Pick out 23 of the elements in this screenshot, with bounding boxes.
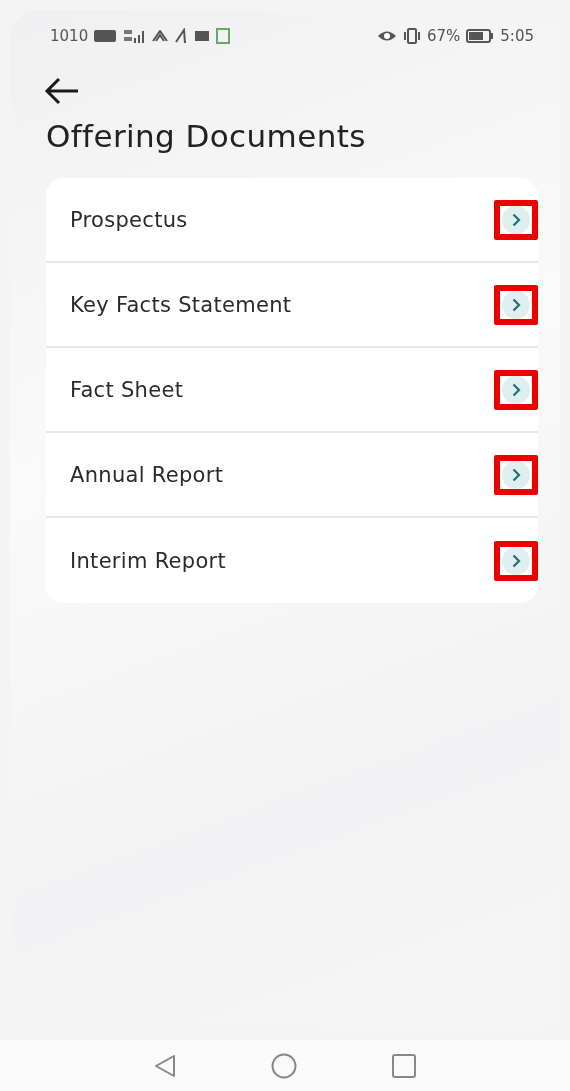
battery-percent-text: 67%: [426, 27, 461, 45]
vibrate-icon: [402, 28, 421, 44]
chevron-right-icon[interactable]: [502, 290, 530, 319]
clock-text: 5:05: [500, 27, 534, 45]
chevron-right-icon[interactable]: [502, 205, 530, 234]
eye-icon: [376, 30, 397, 42]
document-list-item[interactable]: Interim Report: [46, 518, 538, 603]
document-list-item[interactable]: Fact Sheet: [46, 348, 538, 433]
document-list-item[interactable]: Key Facts Statement: [46, 263, 538, 348]
document-list-item[interactable]: Prospectus: [46, 178, 538, 263]
data-speed-text: 1010: [50, 27, 89, 45]
battery-icon: [466, 29, 495, 43]
home-nav-icon[interactable]: [271, 1052, 297, 1079]
chevron-right-icon[interactable]: [502, 460, 530, 489]
back-nav-icon[interactable]: [154, 1053, 176, 1078]
volte-icon: [94, 30, 117, 42]
document-list-item[interactable]: Annual Report: [46, 433, 538, 518]
signal-icon: [122, 28, 147, 44]
page-title: Offering Documents: [46, 118, 367, 154]
recents-nav-icon[interactable]: [392, 1053, 416, 1078]
back-arrow-icon[interactable]: [44, 76, 80, 106]
chevron-right-icon[interactable]: [502, 546, 530, 575]
chevron-right-icon[interactable]: [502, 375, 530, 404]
